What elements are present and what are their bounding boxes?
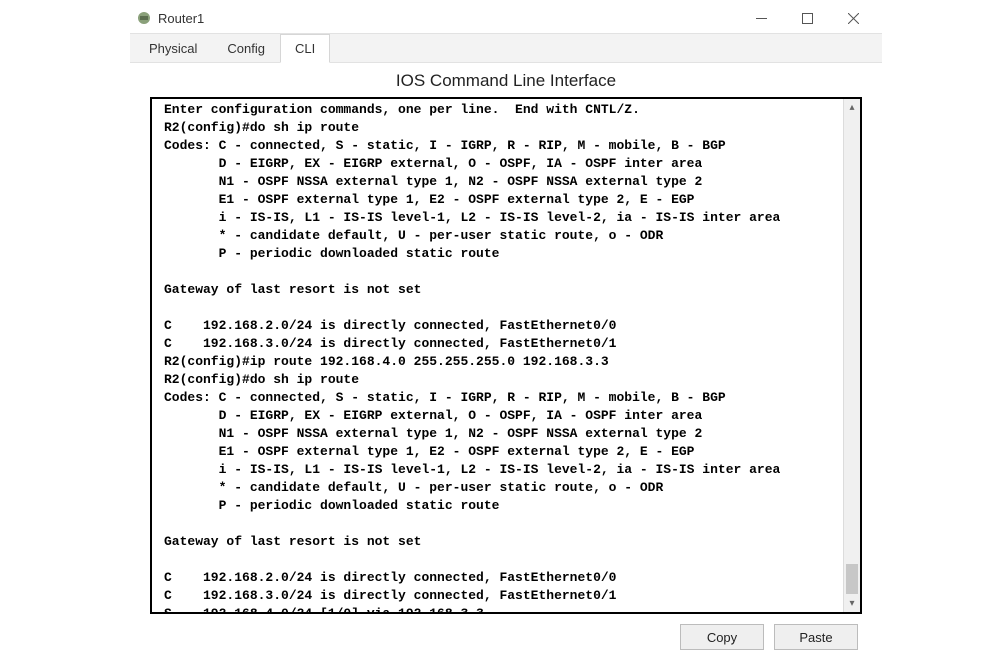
scroll-up-arrow[interactable]: ▴ bbox=[844, 99, 860, 116]
close-button[interactable] bbox=[830, 3, 876, 33]
copy-button[interactable]: Copy bbox=[680, 624, 764, 650]
title-bar: Router1 bbox=[130, 3, 882, 33]
cli-title: IOS Command Line Interface bbox=[150, 71, 862, 91]
tab-config[interactable]: Config bbox=[212, 34, 280, 62]
window-title: Router1 bbox=[158, 11, 738, 26]
scroll-thumb[interactable] bbox=[846, 564, 858, 594]
cli-terminal[interactable]: Enter configuration commands, one per li… bbox=[152, 99, 843, 612]
terminal-container: Enter configuration commands, one per li… bbox=[150, 97, 862, 614]
cli-panel: IOS Command Line Interface Enter configu… bbox=[130, 63, 882, 660]
router-icon bbox=[136, 10, 152, 26]
scroll-down-arrow[interactable]: ▾ bbox=[844, 595, 860, 612]
tab-physical[interactable]: Physical bbox=[134, 34, 212, 62]
tab-bar: Physical Config CLI bbox=[130, 33, 882, 63]
vertical-scrollbar[interactable]: ▴ ▾ bbox=[843, 99, 860, 612]
app-window: Router1 Physical Config CLI IOS Command … bbox=[130, 3, 882, 660]
button-row: Copy Paste bbox=[150, 614, 862, 650]
window-controls bbox=[738, 3, 876, 33]
minimize-button[interactable] bbox=[738, 3, 784, 33]
paste-button[interactable]: Paste bbox=[774, 624, 858, 650]
tab-cli[interactable]: CLI bbox=[280, 34, 330, 63]
maximize-button[interactable] bbox=[784, 3, 830, 33]
